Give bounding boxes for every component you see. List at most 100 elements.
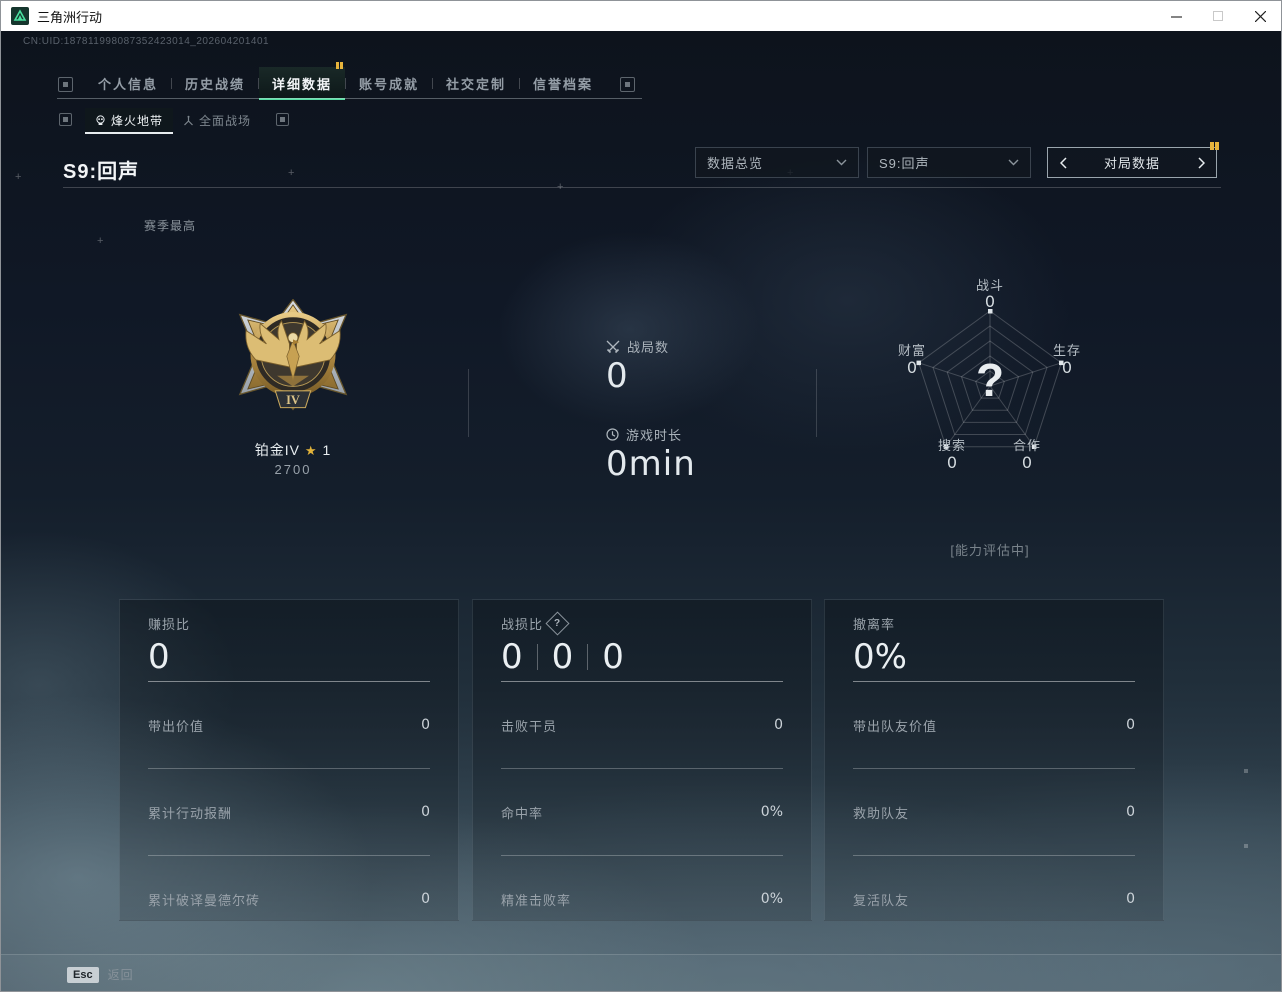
stat-label: 精准击败率 (501, 892, 572, 908)
data-overview-dropdown-value: 数据总览 (707, 156, 764, 171)
chevron-right-icon (1197, 156, 1205, 169)
star-icon: ★ (304, 443, 318, 458)
esc-key-hint[interactable]: Esc (67, 966, 99, 983)
window-title: 三角洲行动 (37, 9, 103, 25)
tabs-next-key-hint[interactable] (620, 77, 635, 92)
rank-name-line: 铂金IV ★ 1 (193, 440, 393, 460)
tab-social[interactable]: 社交定制 (433, 67, 519, 99)
season-dropdown[interactable]: S9:回声 (867, 147, 1031, 178)
rank-name: 铂金IV (254, 442, 300, 458)
stat-value: 0 (421, 891, 430, 907)
radar-value-search: 0 (946, 453, 958, 472)
radar-axis-cooperation: 合作 (1012, 438, 1041, 453)
mode-tab-warfare-label: 全面战场 (198, 113, 251, 128)
game-content: CN:UID:187811998087352423014_20260420140… (1, 31, 1281, 991)
stat-value: 0 (421, 717, 430, 733)
stat-row: 带出队友价值 0 (853, 682, 1135, 768)
matches-label: 战局数 (627, 340, 670, 355)
radar-value-survival: 0 (1061, 358, 1073, 377)
stat-label: 带出队友价值 (853, 718, 938, 734)
mode-prev-key-hint[interactable] (59, 113, 72, 126)
back-button-label[interactable]: 返回 (108, 966, 134, 983)
mode-tab-fire-zone[interactable]: 烽火地带 (85, 108, 173, 134)
minimize-button[interactable] (1155, 1, 1197, 31)
tabs-prev-key-hint[interactable] (58, 77, 73, 92)
kd-value-2: 0 (551, 637, 574, 677)
stat-label: 击败干员 (501, 718, 558, 734)
question-icon[interactable]: ? (545, 611, 570, 636)
chevron-down-icon (1008, 159, 1019, 166)
stat-row: 命中率 0% (501, 768, 783, 855)
radar-value-combat: 0 (984, 292, 996, 311)
window-titlebar: 三角洲行动 (1, 1, 1281, 32)
stat-value: 0 (1126, 717, 1135, 733)
stat-label: 累计破译曼德尔砖 (148, 892, 261, 908)
stat-row: 复活队友 0 (853, 855, 1135, 942)
pager-next-button[interactable] (1186, 148, 1216, 177)
mode-tab-fire-zone-label: 烽火地带 (110, 113, 163, 128)
new-badge-icon (336, 62, 343, 69)
playtime-label: 游戏时长 (626, 428, 683, 443)
extraction-rate-value: 0% (853, 637, 907, 677)
edge-marker-decoration (1244, 844, 1248, 848)
tab-personal-info[interactable]: 个人信息 (85, 67, 171, 99)
stat-row: 带出价值 0 (148, 682, 430, 768)
radar-unknown-mark: ? (975, 354, 1005, 406)
radar-axis-wealth: 财富 (897, 343, 926, 358)
kd-ratio-header: 战损比 (501, 617, 544, 632)
match-data-pager: 对局数据 (1047, 142, 1219, 178)
extraction-rate-panel: 撤离率 0% 带出队友价值 0 救助队友 0 复活队友 0 (824, 599, 1164, 921)
kd-value-1: 0 (501, 637, 523, 677)
tab-achievements[interactable]: 账号成就 (346, 67, 432, 99)
stat-value: 0 (1126, 891, 1135, 907)
tab-history[interactable]: 历史战绩 (172, 67, 258, 99)
rank-score: 2700 (274, 462, 312, 477)
mode-tab-bar: 烽火地带 全面战场 (85, 108, 261, 134)
new-badge-icon (1210, 142, 1219, 150)
playtime-stat: 游戏时长 0min (606, 425, 696, 484)
stat-value: 0% (760, 891, 783, 907)
stat-value: 0 (421, 804, 430, 820)
stat-row: 击败干员 0 (501, 682, 783, 768)
pager-label: 对局数据 (1103, 156, 1160, 171)
pager-prev-button[interactable] (1048, 148, 1078, 177)
player-uid: CN:UID:187811998087352423014_20260420140… (23, 36, 270, 47)
tab-bar-underline (57, 98, 642, 99)
season-best-label: 赛季最高 (144, 219, 197, 233)
value-divider (536, 644, 538, 670)
ability-evaluating-label: [能力评估中] (950, 543, 1030, 558)
app-logo-icon (11, 7, 29, 25)
game-window: 三角洲行动 CN:UID:187811998087352423014_20260… (0, 0, 1282, 992)
rank-star-count: 1 (322, 442, 332, 458)
stat-label: 救助队友 (853, 805, 910, 821)
mode-tab-warfare[interactable]: 全面战场 (173, 108, 261, 132)
playtime-value: 0min (606, 444, 696, 484)
skull-icon (96, 114, 105, 125)
clock-icon (606, 428, 619, 441)
stat-row: 累计破译曼德尔砖 0 (148, 855, 430, 942)
kd-ratio-panel: 战损比 ? 0 0 0 击败干员 0 命中率 0% 精准击败率 0% (472, 599, 812, 921)
crosshair-decoration: + (15, 171, 22, 183)
profit-loss-panel: 赚损比 0 带出价值 0 累计行动报酬 0 累计破译曼德尔砖 0 (119, 599, 459, 921)
close-button[interactable] (1239, 1, 1281, 31)
radar-value-wealth: 0 (906, 358, 918, 377)
mode-next-key-hint[interactable] (276, 113, 289, 126)
stat-label: 累计行动报酬 (148, 805, 233, 821)
tab-detailed-data[interactable]: 详细数据 (259, 62, 345, 100)
stat-value: 0 (1126, 804, 1135, 820)
battlefield-icon (184, 115, 193, 125)
edge-marker-decoration (1244, 769, 1248, 773)
data-overview-dropdown[interactable]: 数据总览 (695, 147, 859, 178)
maximize-button[interactable] (1197, 1, 1239, 31)
crosshair-decoration: + (288, 167, 295, 179)
stat-value: 0% (760, 804, 783, 820)
season-dropdown-value: S9:回声 (879, 156, 930, 171)
stat-label: 复活队友 (853, 892, 910, 908)
chevron-down-icon (836, 159, 847, 166)
kd-value-3: 0 (602, 637, 624, 677)
rank-medal: IV (231, 298, 355, 433)
crossed-swords-icon (606, 340, 620, 353)
tab-reputation[interactable]: 信誉档案 (520, 67, 606, 99)
medal-tier-numeral: IV (286, 393, 300, 407)
stat-row: 精准击败率 0% (501, 855, 783, 942)
